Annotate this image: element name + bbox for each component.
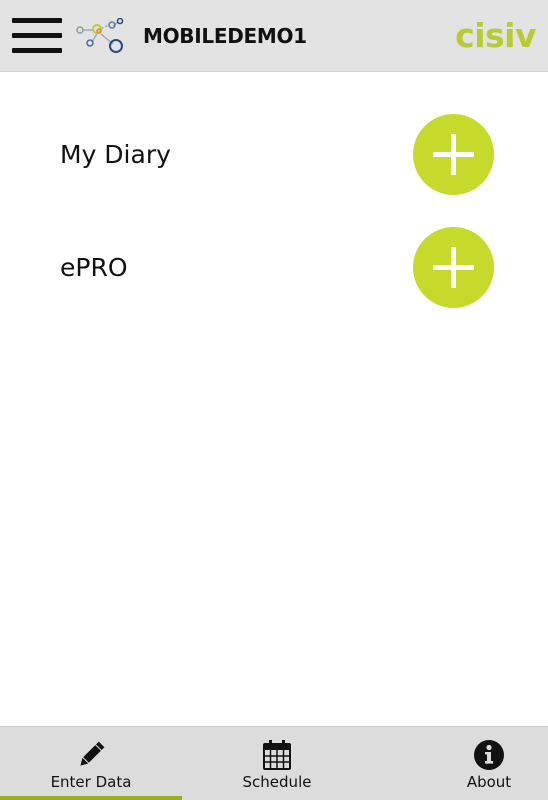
tab-label: About	[466, 773, 512, 791]
entry-row-epro: ePRO	[0, 226, 548, 308]
add-epro-button[interactable]	[413, 227, 494, 308]
menu-bar-top	[12, 18, 62, 23]
info-icon	[474, 740, 504, 770]
tab-about[interactable]: About	[430, 727, 548, 800]
add-my-diary-button[interactable]	[413, 114, 494, 195]
network-logo-icon	[76, 18, 124, 53]
tab-schedule[interactable]: Schedule	[182, 727, 372, 800]
calendar-icon	[263, 740, 291, 770]
entry-row-my-diary: My Diary	[0, 113, 548, 195]
tab-enter-data[interactable]: Enter Data	[0, 727, 182, 800]
pencil-icon	[80, 741, 105, 766]
entry-label: ePRO	[60, 253, 128, 282]
menu-bar-middle	[12, 33, 62, 38]
entry-list: My Diary ePRO	[0, 73, 548, 726]
bottom-tab-bar: Enter Data Schedule About	[0, 726, 548, 800]
plus-icon	[433, 134, 474, 175]
hamburger-menu-icon[interactable]	[12, 18, 62, 54]
app-header: MOBILEDEMO1 cisiv	[0, 0, 548, 72]
tab-label: Schedule	[242, 773, 312, 791]
app-title: MOBILEDEMO1	[143, 24, 307, 48]
tab-label: Enter Data	[50, 773, 132, 791]
brand-logo: cisiv	[455, 16, 536, 55]
entry-label: My Diary	[60, 140, 171, 169]
menu-bar-bottom	[12, 48, 62, 53]
active-tab-indicator	[0, 796, 182, 800]
plus-icon	[433, 247, 474, 288]
